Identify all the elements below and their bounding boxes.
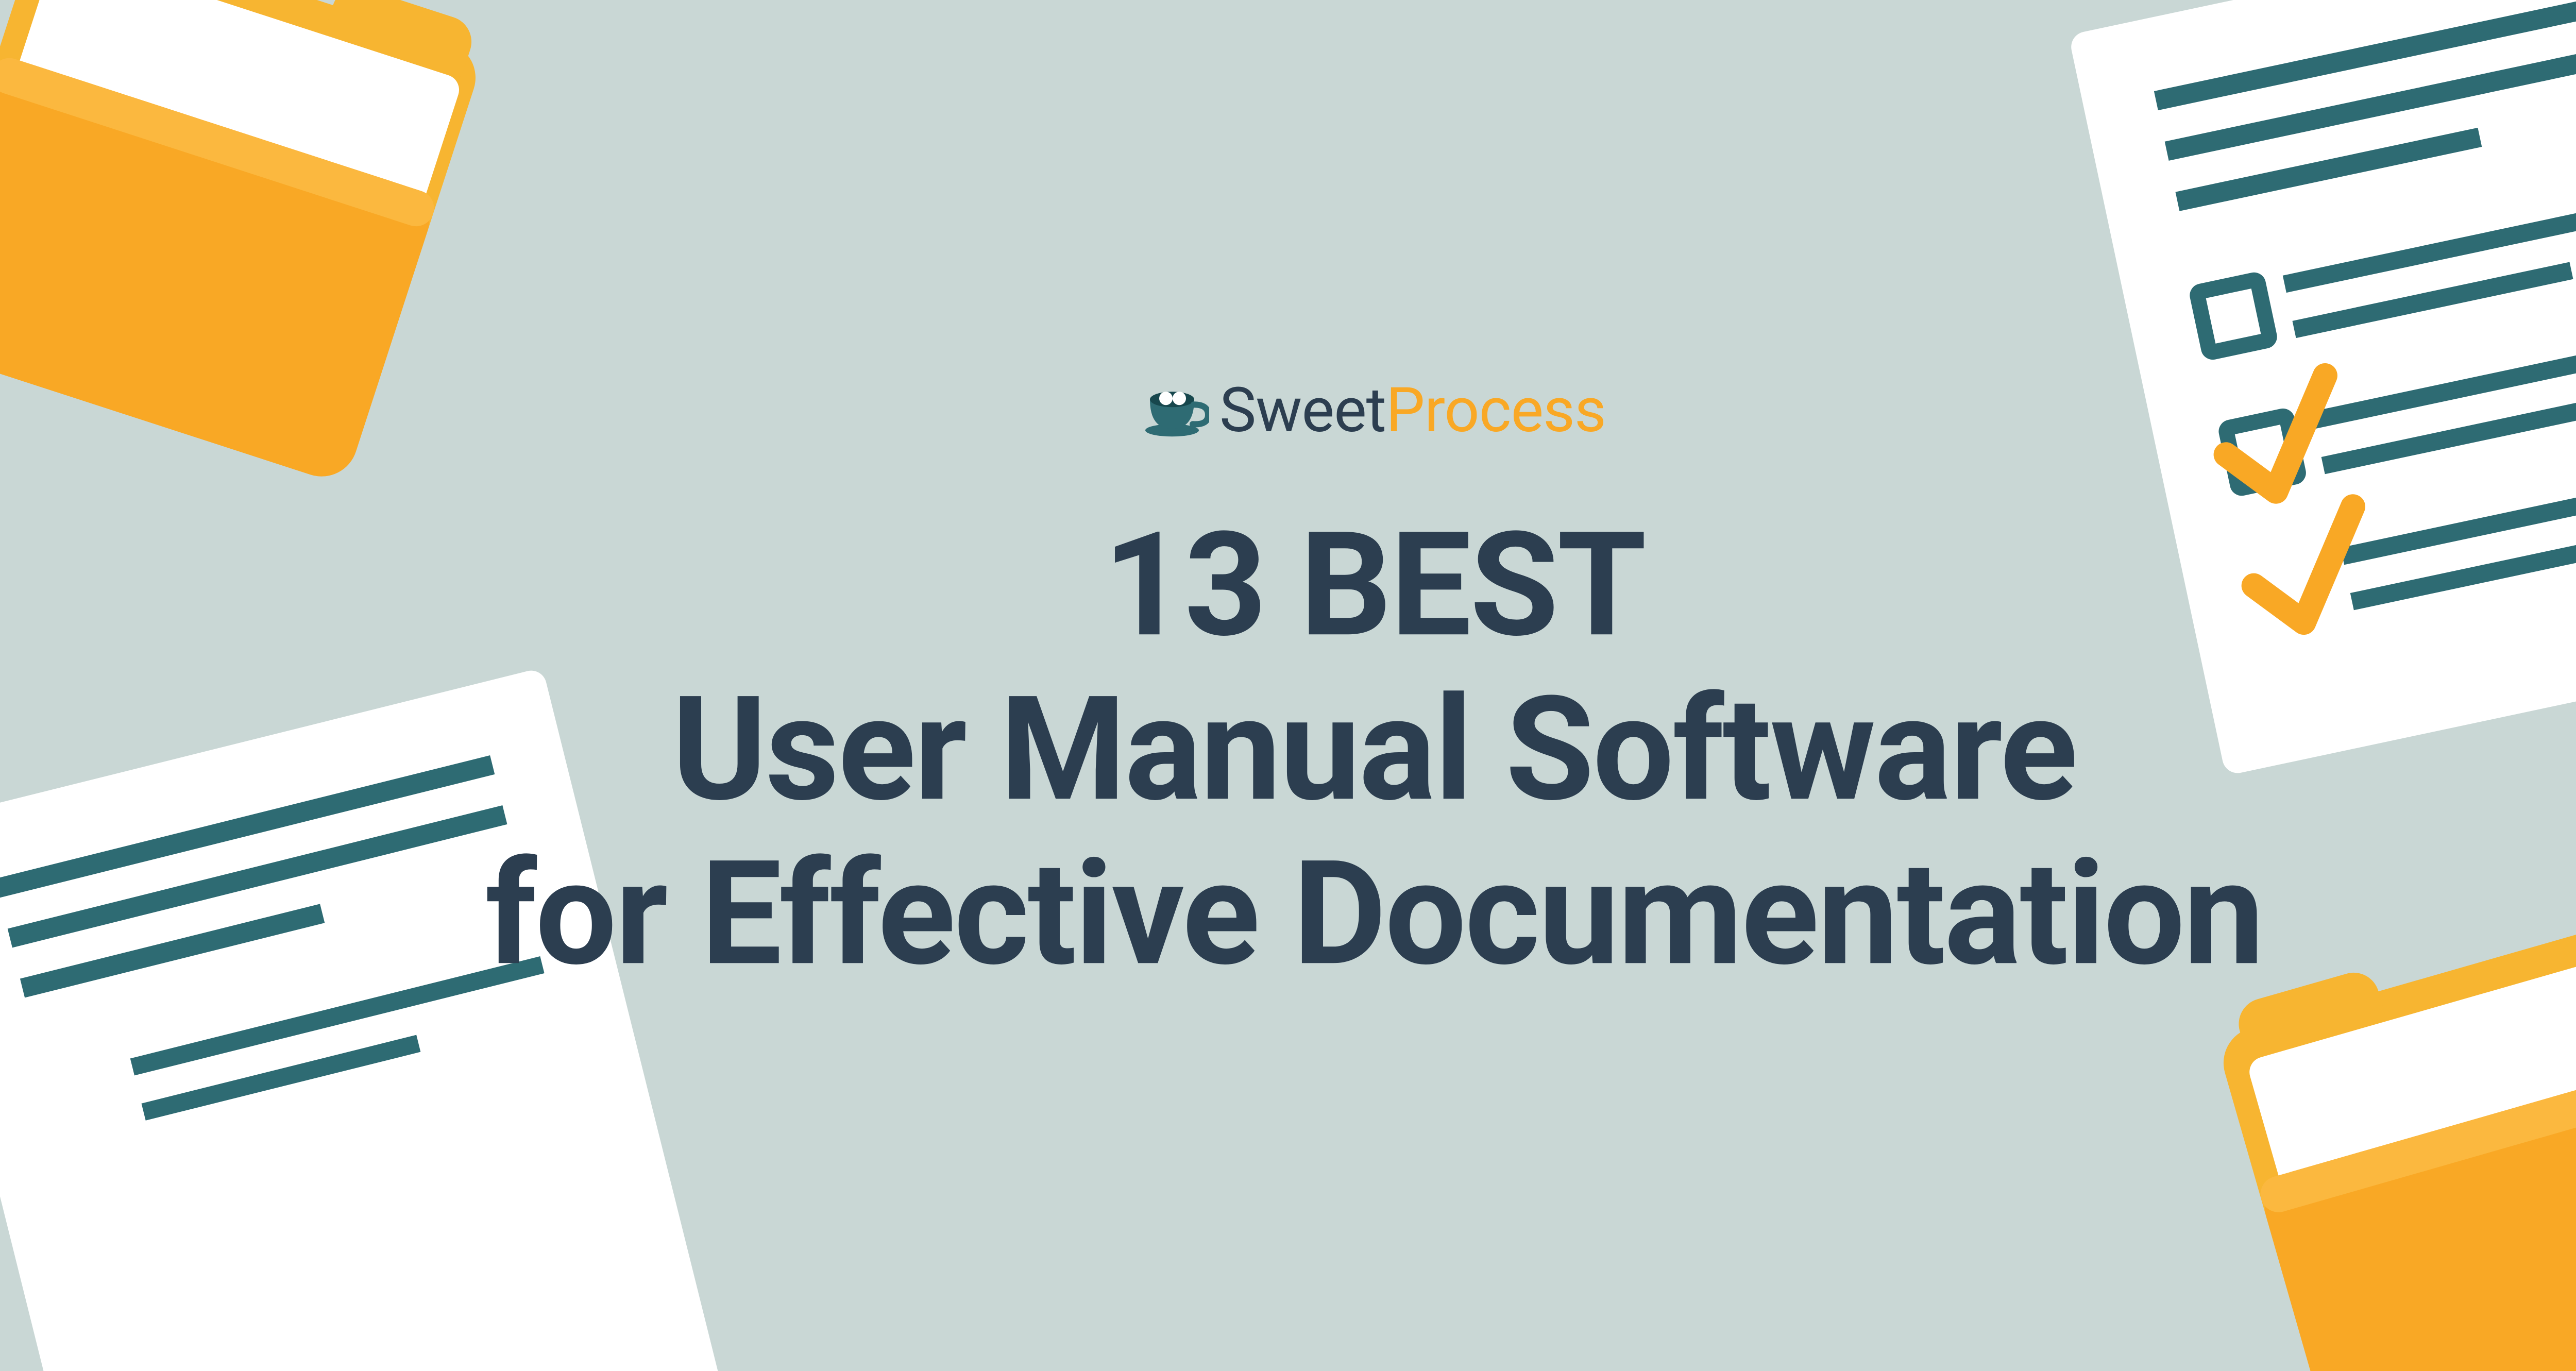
brand-logo: SweetProcess [1142,375,1606,447]
brand-name: SweetProcess [1219,375,1606,447]
brand-name-part2: Process [1386,375,1606,447]
hero-center-block: SweetProcess 13 BEST User Manual Softwar… [369,375,2379,997]
headline: 13 BEST User Manual Software for Effecti… [369,503,2379,997]
hero-graphic: SweetProcess 13 BEST User Manual Softwar… [0,0,2576,1371]
cup-icon [1142,380,1209,441]
brand-name-part1: Sweet [1219,375,1386,447]
headline-line-2: User Manual Software [369,668,2379,832]
headline-line-3: for Effective Documentation [369,832,2379,996]
headline-line-1: 13 BEST [369,503,2379,668]
